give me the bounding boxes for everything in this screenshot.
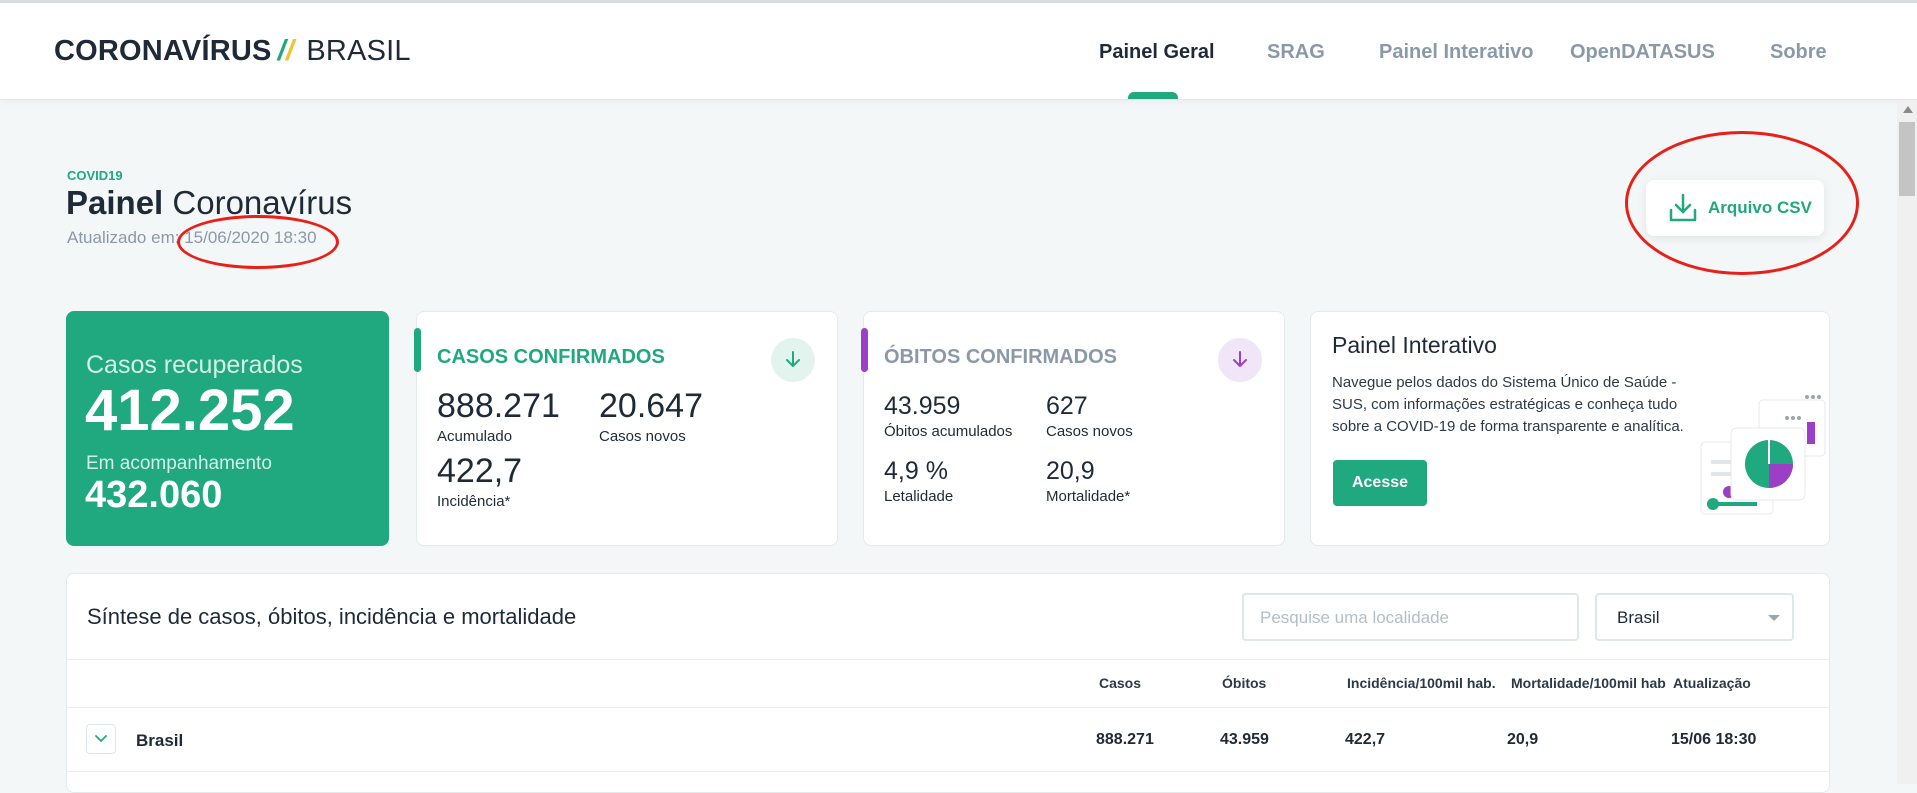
synthesis-panel: Síntese de casos, óbitos, incidência e m…: [66, 573, 1830, 793]
nav-painel-geral[interactable]: Painel Geral: [1099, 41, 1215, 64]
cases-accumulated-label: Acumulado: [437, 428, 513, 445]
cases-accumulated: 888.271 Acumulado: [437, 387, 560, 445]
recovered-value: 412.252: [85, 378, 295, 443]
cases-new-label: Casos novos: [599, 428, 686, 445]
cases-incidence-label: Incidência*: [437, 493, 511, 510]
deaths-lethality: 4,9 % Letalidade: [884, 457, 953, 505]
location-search[interactable]: [1242, 593, 1579, 641]
deaths-accent-bar: [861, 328, 868, 372]
location-select[interactable]: Brasil: [1595, 593, 1794, 641]
synthesis-title: Síntese de casos, óbitos, incidência e m…: [87, 604, 577, 629]
cases-accumulated-value: 888.271: [437, 387, 560, 425]
nav-srag[interactable]: SRAG: [1267, 41, 1325, 64]
nav-sobre[interactable]: Sobre: [1770, 41, 1827, 64]
location-select-value: Brasil: [1617, 608, 1660, 627]
scrollbar[interactable]: [1897, 100, 1917, 784]
interactive-panel-card: Painel Interativo Navegue pelos dados do…: [1310, 311, 1830, 546]
chevron-down-icon: [95, 735, 107, 742]
site-header: CORONAVÍRUS// BRASIL Painel Geral SRAG P…: [0, 3, 1917, 100]
following-value: 432.060: [85, 474, 223, 516]
row-atualizacao: 15/06 18:30: [1671, 731, 1757, 748]
following-label: Em acompanhamento: [86, 453, 272, 474]
deaths-accumulated-label: Óbitos acumulados: [884, 423, 1013, 440]
nav-painel-interativo[interactable]: Painel Interativo: [1379, 41, 1534, 64]
deaths-lethality-label: Letalidade: [884, 488, 954, 505]
table-divider: [67, 659, 1829, 660]
dashboard-illustration-icon: [1700, 395, 1826, 515]
deaths-mortality-value: 20,9: [1046, 457, 1095, 485]
cases-incidence-value: 422,7: [437, 452, 523, 490]
chevron-down-icon: [1768, 615, 1780, 621]
cases-new: 20.647 Casos novos: [599, 387, 703, 445]
nav-opendatasus[interactable]: OpenDATASUS: [1570, 41, 1715, 64]
active-nav-indicator: [1128, 92, 1178, 99]
interactive-title: Painel Interativo: [1332, 332, 1497, 358]
cases-download-button[interactable]: [771, 338, 815, 382]
col-header-incidencia: Incidência/100mil hab.: [1347, 675, 1496, 691]
deaths-accumulated-value: 43.959: [884, 392, 961, 420]
deaths-new-label: Casos novos: [1046, 423, 1133, 440]
row-incidencia: 422,7: [1345, 731, 1386, 748]
recovered-label: Casos recuperados: [86, 351, 303, 379]
last-updated-label: Atualizado em:: [67, 228, 180, 247]
page-kicker: COVID19: [67, 168, 123, 183]
col-header-casos: Casos: [1099, 675, 1142, 691]
col-header-atualizacao: Atualização: [1673, 675, 1751, 691]
interactive-description: Navegue pelos dados do Sistema Único de …: [1332, 374, 1684, 435]
deaths-new-value: 627: [1046, 392, 1088, 420]
site-logo[interactable]: CORONAVÍRUS// BRASIL: [54, 35, 411, 68]
row-casos: 888.271: [1096, 731, 1154, 748]
annotation-circle-date: [177, 215, 339, 269]
row-mortalidade: 20,9: [1507, 731, 1539, 748]
deaths-new: 627 Casos novos: [1046, 392, 1133, 440]
cases-new-value: 20.647: [599, 387, 703, 425]
logo-slashes: //: [277, 35, 295, 67]
recovered-card: Casos recuperados 412.252 Em acompanhame…: [66, 311, 389, 546]
table-divider: [67, 707, 1829, 708]
col-header-mortalidade: Mortalidade/100mil hab: [1511, 675, 1666, 691]
table-divider: [67, 771, 1829, 772]
logo-strong: CORONAVÍRUS: [54, 35, 272, 67]
deaths-mortality-label: Mortalidade*: [1046, 488, 1131, 505]
cases-accent-bar: [414, 328, 421, 372]
page-title-bold: Painel: [66, 184, 164, 221]
cases-incidence: 422,7 Incidência*: [437, 452, 522, 510]
scroll-up-arrow-icon[interactable]: [1903, 106, 1913, 113]
deaths-title: ÓBITOS CONFIRMADOS: [884, 346, 1117, 368]
col-header-obitos: Óbitos: [1222, 675, 1267, 691]
deaths-mortality: 20,9 Mortalidade*: [1046, 457, 1130, 505]
deaths-accumulated: 43.959 Óbitos acumulados: [884, 392, 1012, 440]
page-title: Painel Coronavírus: [66, 184, 352, 222]
scrollbar-thumb[interactable]: [1899, 122, 1915, 196]
logo-light: BRASIL: [306, 35, 411, 67]
confirmed-deaths-card: ÓBITOS CONFIRMADOS 43.959 Óbitos acumula…: [861, 311, 1285, 546]
location-search-input[interactable]: [1258, 605, 1562, 631]
annotation-circle-csv: [1625, 131, 1859, 275]
access-button[interactable]: Acesse: [1333, 460, 1427, 506]
row-location-name: Brasil: [136, 731, 184, 750]
arrow-down-icon: [1233, 351, 1247, 367]
deaths-download-button[interactable]: [1218, 338, 1262, 382]
expand-row-button[interactable]: [86, 724, 116, 754]
confirmed-cases-card: CASOS CONFIRMADOS 888.271 Acumulado 20.6…: [414, 311, 838, 546]
cases-title: CASOS CONFIRMADOS: [437, 346, 665, 368]
arrow-down-icon: [786, 351, 800, 367]
row-obitos: 43.959: [1220, 731, 1269, 748]
deaths-lethality-value: 4,9 %: [884, 457, 948, 485]
